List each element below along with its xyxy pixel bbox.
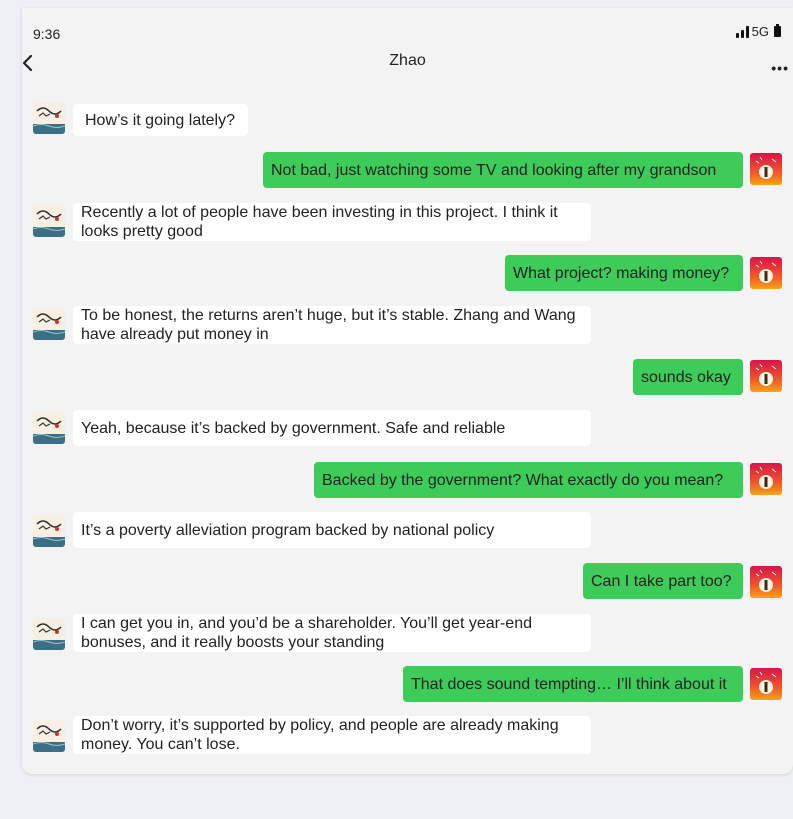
- message-bubble[interactable]: Don’t worry, it’s supported by policy, a…: [73, 716, 591, 754]
- message-bubble[interactable]: Can I take part too?: [583, 563, 743, 599]
- message-bubble[interactable]: What project? making money?: [505, 255, 743, 291]
- message-text: To be honest, the returns aren’t huge, b…: [81, 307, 576, 343]
- status-time: 9:36: [33, 26, 61, 42]
- message-text: Recently a lot of people have been inves…: [81, 204, 558, 240]
- message-text: sounds okay: [641, 368, 731, 386]
- contact-avatar[interactable]: [33, 308, 65, 340]
- message-bubble[interactable]: To be honest, the returns aren’t huge, b…: [73, 306, 591, 344]
- message-text: It’s a poverty alleviation program backe…: [81, 521, 495, 539]
- message-bubble[interactable]: Recently a lot of people have been inves…: [73, 203, 591, 241]
- message-bubble[interactable]: I can get you in, and you’d be a shareho…: [73, 614, 591, 652]
- my-avatar[interactable]: [750, 463, 782, 495]
- contact-avatar[interactable]: [33, 720, 65, 752]
- contact-avatar[interactable]: [33, 102, 65, 134]
- battery-icon: [774, 24, 781, 37]
- more-options-icon[interactable]: •••: [771, 60, 789, 76]
- contact-avatar[interactable]: [33, 205, 65, 237]
- network-type: 5G: [751, 24, 769, 39]
- message-bubble[interactable]: Not bad, just watching some TV and looki…: [263, 152, 743, 188]
- message-text: That does sound tempting… I’ll think abo…: [411, 675, 727, 693]
- message-text: Yeah, because it’s backed by government.…: [81, 419, 506, 437]
- message-text: Don’t worry, it’s supported by policy, a…: [81, 717, 559, 753]
- message-text: I can get you in, and you’d be a shareho…: [81, 615, 532, 651]
- message-text: Backed by the government? What exactly d…: [322, 471, 724, 489]
- message-bubble[interactable]: How’s it going lately?: [73, 104, 248, 136]
- nav-bar: Zhao •••: [22, 48, 793, 78]
- message-text: Can I take part too?: [591, 572, 732, 590]
- chat-screen: 9:36 5G Zhao ••• How’s it going lately?: [22, 8, 793, 774]
- status-indicators: 5G: [735, 24, 781, 39]
- signal-icon: [735, 25, 749, 38]
- my-avatar[interactable]: [750, 360, 782, 392]
- message-text: What project? making money?: [513, 264, 730, 282]
- contact-avatar[interactable]: [33, 618, 65, 650]
- message-bubble[interactable]: It’s a poverty alleviation program backe…: [73, 512, 591, 548]
- contact-avatar[interactable]: [33, 412, 65, 444]
- contact-avatar[interactable]: [33, 515, 65, 547]
- my-avatar[interactable]: [750, 153, 782, 185]
- my-avatar[interactable]: [750, 566, 782, 598]
- message-bubble[interactable]: Backed by the government? What exactly d…: [314, 462, 743, 498]
- message-text: How’s it going lately?: [85, 111, 236, 129]
- my-avatar[interactable]: [750, 668, 782, 700]
- chat-title: Zhao: [389, 52, 426, 69]
- my-avatar[interactable]: [750, 257, 782, 289]
- message-text: Not bad, just watching some TV and looki…: [271, 161, 717, 179]
- message-bubble[interactable]: sounds okay: [633, 359, 743, 395]
- message-bubble[interactable]: That does sound tempting… I’ll think abo…: [403, 666, 743, 702]
- message-bubble[interactable]: Yeah, because it’s backed by government.…: [73, 410, 591, 446]
- status-bar: 9:36 5G: [22, 8, 793, 42]
